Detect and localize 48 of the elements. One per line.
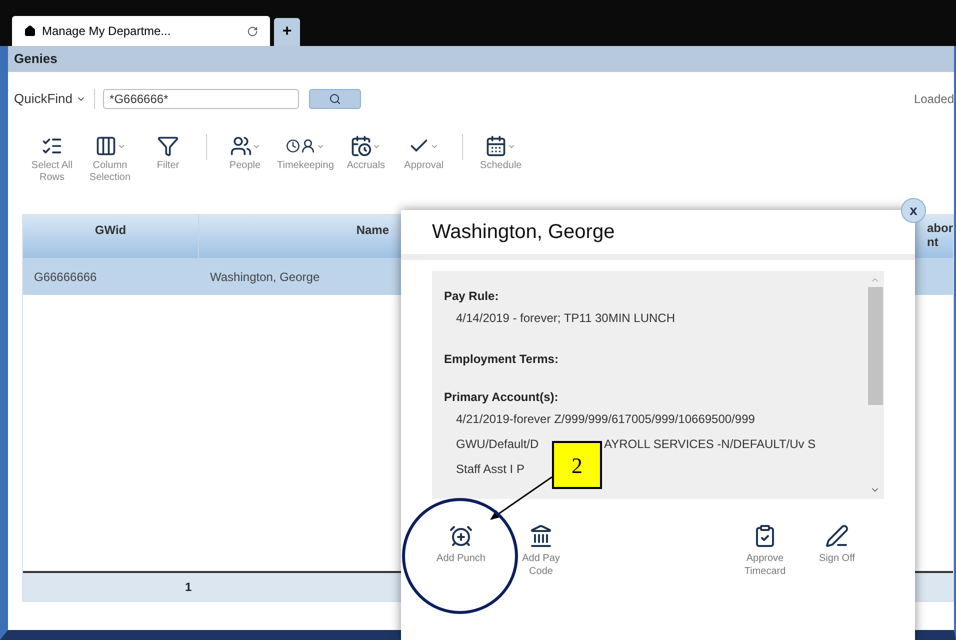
section-heading: Employment Terms: xyxy=(444,351,560,368)
home-icon xyxy=(24,25,36,37)
panel-header: Genies xyxy=(8,46,954,72)
toolbar-button[interactable]: Accruals xyxy=(340,132,392,172)
section-heading: Pay Rule: xyxy=(444,288,500,305)
clock-person-icon xyxy=(286,138,316,154)
page-number: 1 xyxy=(185,579,192,596)
search-field[interactable]: *G666666* xyxy=(102,89,299,109)
refresh-icon[interactable] xyxy=(247,26,258,36)
search-button[interactable] xyxy=(308,89,361,109)
filter-icon xyxy=(157,135,179,157)
detail-text: 4/21/2019-forever Z/999/999/617005/999/10669500/999 xyxy=(456,410,755,428)
status-text: Loaded xyxy=(914,91,954,108)
column-header[interactable]: Name xyxy=(199,215,399,258)
search-icon xyxy=(328,93,341,105)
tab-label: Manage My Departme... xyxy=(42,23,172,40)
toolbar-button[interactable]: Schedule xyxy=(474,132,527,172)
columns-icon xyxy=(94,135,116,157)
detail-text: AYROLL SERVICES -N/DEFAULT/Uv S xyxy=(604,436,816,452)
calendar-clock-icon xyxy=(350,135,372,157)
callout-box: 2 xyxy=(552,441,602,489)
people-icon xyxy=(230,135,252,157)
new-tab-button[interactable]: + xyxy=(274,18,300,46)
approve-icon xyxy=(753,524,777,548)
annotation-arrow xyxy=(488,476,554,522)
quickfind-dropdown[interactable]: QuickFind xyxy=(14,89,95,109)
tab[interactable]: Manage My Departme... xyxy=(12,16,270,46)
toolbar-button[interactable]: Filter xyxy=(142,132,194,172)
action-button[interactable]: Approve Timecard xyxy=(733,524,797,578)
table-cell-text: Washington, George xyxy=(209,268,320,286)
clock-plus-icon xyxy=(449,524,473,548)
detail-text: GWU/Default/D xyxy=(456,436,540,452)
section-heading: Primary Account(s): xyxy=(444,389,560,406)
detail-text: 4/14/2019 - forever; TP11 30MIN LUNCH xyxy=(456,310,675,326)
calendar-icon xyxy=(485,135,508,157)
column-header[interactable]: abor nt xyxy=(926,215,953,258)
toolbar-button[interactable]: People xyxy=(219,132,271,172)
toolbar-button[interactable]: Select All Rows xyxy=(26,132,78,184)
pen-icon xyxy=(825,524,849,548)
toolbar-button[interactable]: Column Selection xyxy=(84,132,136,184)
action-button[interactable]: Add Pay Code xyxy=(509,524,573,578)
action-button[interactable]: Sign Off xyxy=(805,524,869,578)
toolbar-button[interactable]: Approval xyxy=(398,132,450,172)
detail-text: Staff Asst I P xyxy=(456,460,524,478)
table-cell-text: G66666666 xyxy=(33,268,98,286)
action-button[interactable]: Add Punch xyxy=(429,524,493,578)
scroll-thumb[interactable] xyxy=(868,287,882,405)
toolbar-button[interactable]: Timekeeping xyxy=(277,132,334,172)
